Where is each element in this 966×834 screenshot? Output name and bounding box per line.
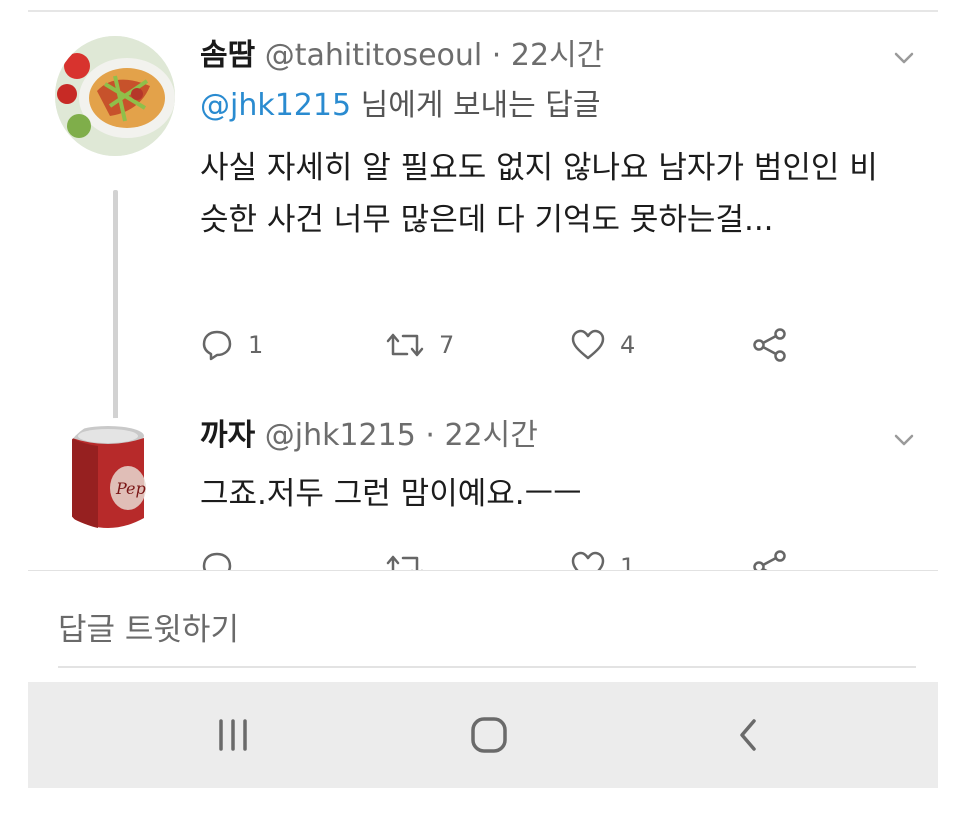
chevron-down-icon[interactable] — [890, 44, 918, 72]
recents-icon — [219, 719, 247, 751]
speech-bubble-icon — [202, 552, 232, 570]
like-count: 1 — [620, 553, 636, 570]
tweet-2[interactable]: Pep 까자 @jhk1215 · 22시간 그죠.저두 그런 맘이예요.ㅡㅡ — [0, 410, 966, 570]
tweet-header: 까자 @jhk1215 · 22시간 — [200, 416, 538, 456]
back-button[interactable] — [728, 712, 768, 758]
top-divider — [28, 10, 938, 12]
separator-dot: · — [425, 418, 435, 453]
share-button[interactable] — [752, 550, 788, 570]
reply-to-handle[interactable]: @jhk1215 — [200, 88, 351, 123]
tweet-text: 사실 자세히 알 필요도 없지 않나요 남자가 범인인 비슷한 사건 너무 많은… — [200, 150, 878, 238]
handle[interactable]: @tahititoseoul — [265, 38, 483, 73]
tweet-text: 그죠.저두 그런 맘이예요.ㅡㅡ — [200, 476, 582, 512]
avatar-somttam[interactable] — [55, 36, 175, 156]
speech-bubble-icon — [202, 330, 232, 361]
recents-button[interactable] — [208, 712, 258, 758]
timestamp[interactable]: 22시간 — [444, 418, 537, 453]
share-icon — [753, 550, 786, 570]
display-name[interactable]: 까자 — [200, 418, 255, 453]
reply-input-underline — [58, 666, 916, 668]
retweet-button[interactable]: 7 — [385, 328, 454, 362]
timestamp[interactable]: 22시간 — [511, 38, 604, 73]
separator-dot: · — [491, 38, 502, 73]
avatar-soda-can-image: Pep — [58, 418, 178, 538]
reply-button[interactable] — [200, 550, 248, 570]
retweet-button[interactable] — [385, 550, 439, 570]
reply-count: 1 — [248, 331, 264, 359]
can-logo: Pep — [115, 479, 146, 498]
share-button[interactable] — [752, 328, 788, 362]
reply-button[interactable]: 1 — [200, 328, 263, 362]
reply-context: @jhk1215 님에게 보내는 답글 — [200, 86, 601, 126]
thread-line — [113, 190, 118, 440]
back-icon — [740, 719, 756, 751]
retweet-icon — [386, 333, 424, 357]
chevron-down-icon[interactable] — [890, 426, 918, 454]
display-name[interactable]: 솜땀 — [200, 38, 255, 73]
like-button[interactable]: 1 — [570, 550, 635, 570]
avatar-kkaja[interactable]: Pep — [58, 418, 178, 538]
tweet-header: 솜땀 @tahititoseoul · 22시간 — [200, 36, 604, 76]
like-button[interactable]: 4 — [570, 328, 635, 362]
retweet-icon — [386, 555, 423, 570]
share-icon — [753, 328, 786, 362]
handle[interactable]: @jhk1215 — [265, 418, 416, 453]
retweet-count: 7 — [439, 331, 455, 359]
avatar-food-image — [55, 36, 175, 156]
reply-to-label: 님에게 보내는 답글 — [360, 88, 601, 123]
home-icon — [471, 717, 507, 753]
composer-top-divider — [28, 570, 938, 571]
reply-input[interactable]: 답글 트윗하기 — [58, 604, 239, 649]
reply-composer: 답글 트윗하기 — [0, 570, 966, 680]
heart-icon — [571, 329, 605, 360]
heart-icon — [571, 551, 605, 570]
tweet-1[interactable]: 솜땀 @tahititoseoul · 22시간 @jhk1215 님에게 보내… — [0, 30, 966, 440]
like-count: 4 — [620, 331, 636, 359]
system-navigation-bar — [28, 682, 938, 788]
home-button[interactable] — [464, 712, 514, 758]
